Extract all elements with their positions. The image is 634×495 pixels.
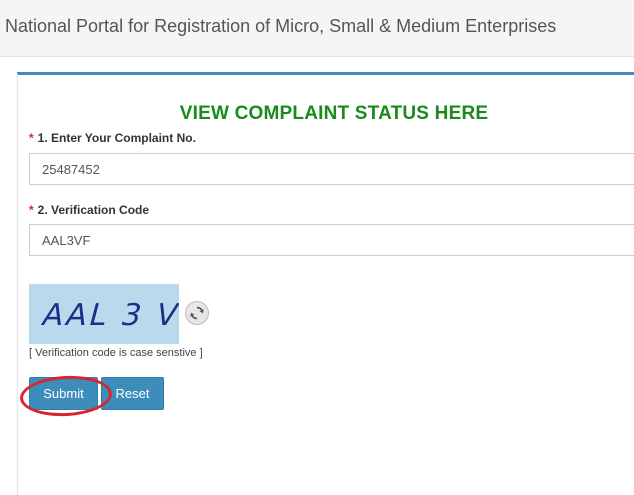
required-marker: * xyxy=(29,131,34,145)
complaint-number-label-text: 1. Enter Your Complaint No. xyxy=(37,131,196,145)
submit-button[interactable]: Submit xyxy=(29,377,98,410)
refresh-icon-glyph xyxy=(190,306,204,320)
captcha-note: [ Verification code is case senstive ] xyxy=(29,347,203,359)
verification-code-label-text: 2. Verification Code xyxy=(37,203,150,217)
complaint-number-label: * 1. Enter Your Complaint No. xyxy=(29,131,196,145)
verification-code-label: * 2. Verification Code xyxy=(29,203,149,217)
verification-code-input[interactable] xyxy=(29,224,634,256)
form-heading: VIEW COMPLAINT STATUS HERE xyxy=(179,103,489,124)
required-marker: * xyxy=(29,203,34,217)
complaint-number-input[interactable] xyxy=(29,153,634,185)
refresh-icon[interactable] xyxy=(185,301,209,325)
portal-title: National Portal for Registration of Micr… xyxy=(5,16,557,36)
captcha-image: AAL 3 VF xyxy=(29,284,179,344)
top-header-bar: National Portal for Registration of Micr… xyxy=(0,0,634,57)
captcha-text: AAL 3 VF xyxy=(41,298,179,333)
reset-button[interactable]: Reset xyxy=(101,377,164,410)
